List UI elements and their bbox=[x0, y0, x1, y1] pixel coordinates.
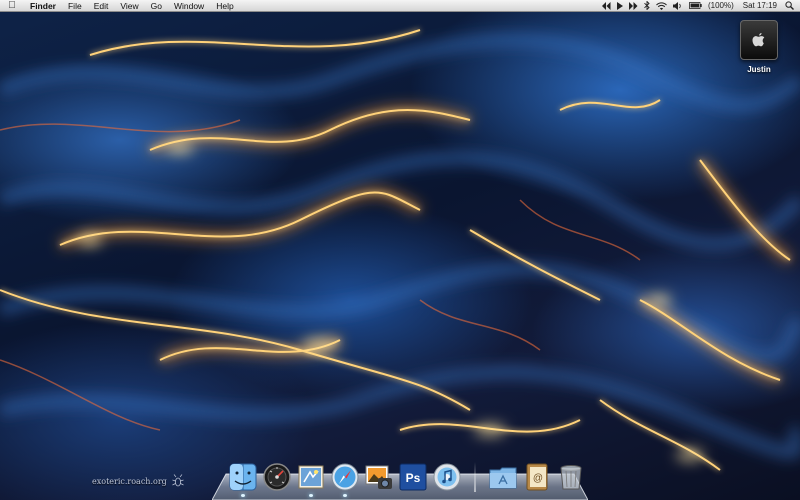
dock-itunes[interactable] bbox=[432, 462, 462, 492]
battery-icon[interactable] bbox=[686, 2, 705, 9]
volume-icon[interactable] bbox=[670, 1, 686, 10]
running-indicator bbox=[309, 494, 313, 497]
cockroach-icon bbox=[172, 474, 184, 487]
menu-extras: (100%) Sat 17:19 bbox=[599, 0, 800, 12]
finder-icon bbox=[229, 463, 257, 491]
menu-view[interactable]: View bbox=[114, 0, 144, 12]
apple-logo-icon[interactable]:  bbox=[0, 0, 24, 12]
battery-percent[interactable]: (100%) bbox=[705, 0, 737, 12]
rewind-icon[interactable] bbox=[599, 1, 614, 10]
dock-photoshop[interactable]: Ps bbox=[398, 462, 428, 492]
dock-trash[interactable] bbox=[556, 462, 586, 492]
hard-drive-icon bbox=[740, 20, 778, 60]
dock-applications[interactable] bbox=[488, 462, 518, 492]
running-indicator bbox=[241, 494, 245, 497]
menu-file[interactable]: File bbox=[62, 0, 88, 12]
applications-folder-icon bbox=[489, 467, 517, 489]
menu-bar:  Finder File Edit View Go Window Help bbox=[0, 0, 800, 12]
spotlight-icon[interactable] bbox=[783, 1, 800, 10]
menu-app-finder[interactable]: Finder bbox=[24, 0, 62, 12]
menu-window[interactable]: Window bbox=[168, 0, 210, 12]
dock-mail[interactable] bbox=[296, 462, 326, 497]
dock-iphoto[interactable] bbox=[364, 462, 394, 492]
dock-separator bbox=[474, 462, 476, 492]
wifi-icon[interactable] bbox=[653, 1, 670, 10]
iphoto-icon bbox=[365, 465, 392, 489]
drive-label: Justin bbox=[747, 65, 771, 74]
apple-logo-icon bbox=[752, 33, 765, 47]
photoshop-glyph: Ps bbox=[406, 471, 421, 485]
play-icon[interactable] bbox=[614, 1, 626, 10]
trash-icon bbox=[560, 465, 582, 490]
running-indicator bbox=[343, 494, 347, 497]
signature-text: exoteric.roach.org bbox=[92, 476, 167, 486]
fast-forward-icon[interactable] bbox=[626, 1, 641, 10]
wallpaper-signature: exoteric.roach.org bbox=[92, 474, 185, 488]
desktop-drive[interactable]: Justin bbox=[734, 20, 784, 84]
dock-dashboard[interactable] bbox=[262, 462, 292, 492]
dashboard-icon bbox=[263, 463, 291, 491]
menu-edit[interactable]: Edit bbox=[88, 0, 115, 12]
mail-icon bbox=[298, 465, 324, 489]
bluetooth-icon[interactable] bbox=[641, 1, 653, 10]
menu-help[interactable]: Help bbox=[210, 0, 239, 12]
address-book-icon: @ bbox=[526, 463, 548, 491]
dock-finder[interactable] bbox=[228, 462, 258, 497]
dock: Ps @ bbox=[228, 458, 586, 497]
dock-address-book[interactable]: @ bbox=[522, 462, 552, 492]
desktop-wallpaper bbox=[0, 0, 800, 500]
menu-go[interactable]: Go bbox=[145, 0, 168, 12]
wallpaper-swirls bbox=[0, 29, 800, 471]
photoshop-icon: Ps bbox=[399, 463, 427, 491]
dock-safari[interactable] bbox=[330, 462, 360, 497]
itunes-icon bbox=[433, 463, 461, 491]
svg-text:@: @ bbox=[533, 473, 543, 484]
safari-icon bbox=[331, 463, 359, 491]
menu-clock[interactable]: Sat 17:19 bbox=[737, 0, 783, 12]
